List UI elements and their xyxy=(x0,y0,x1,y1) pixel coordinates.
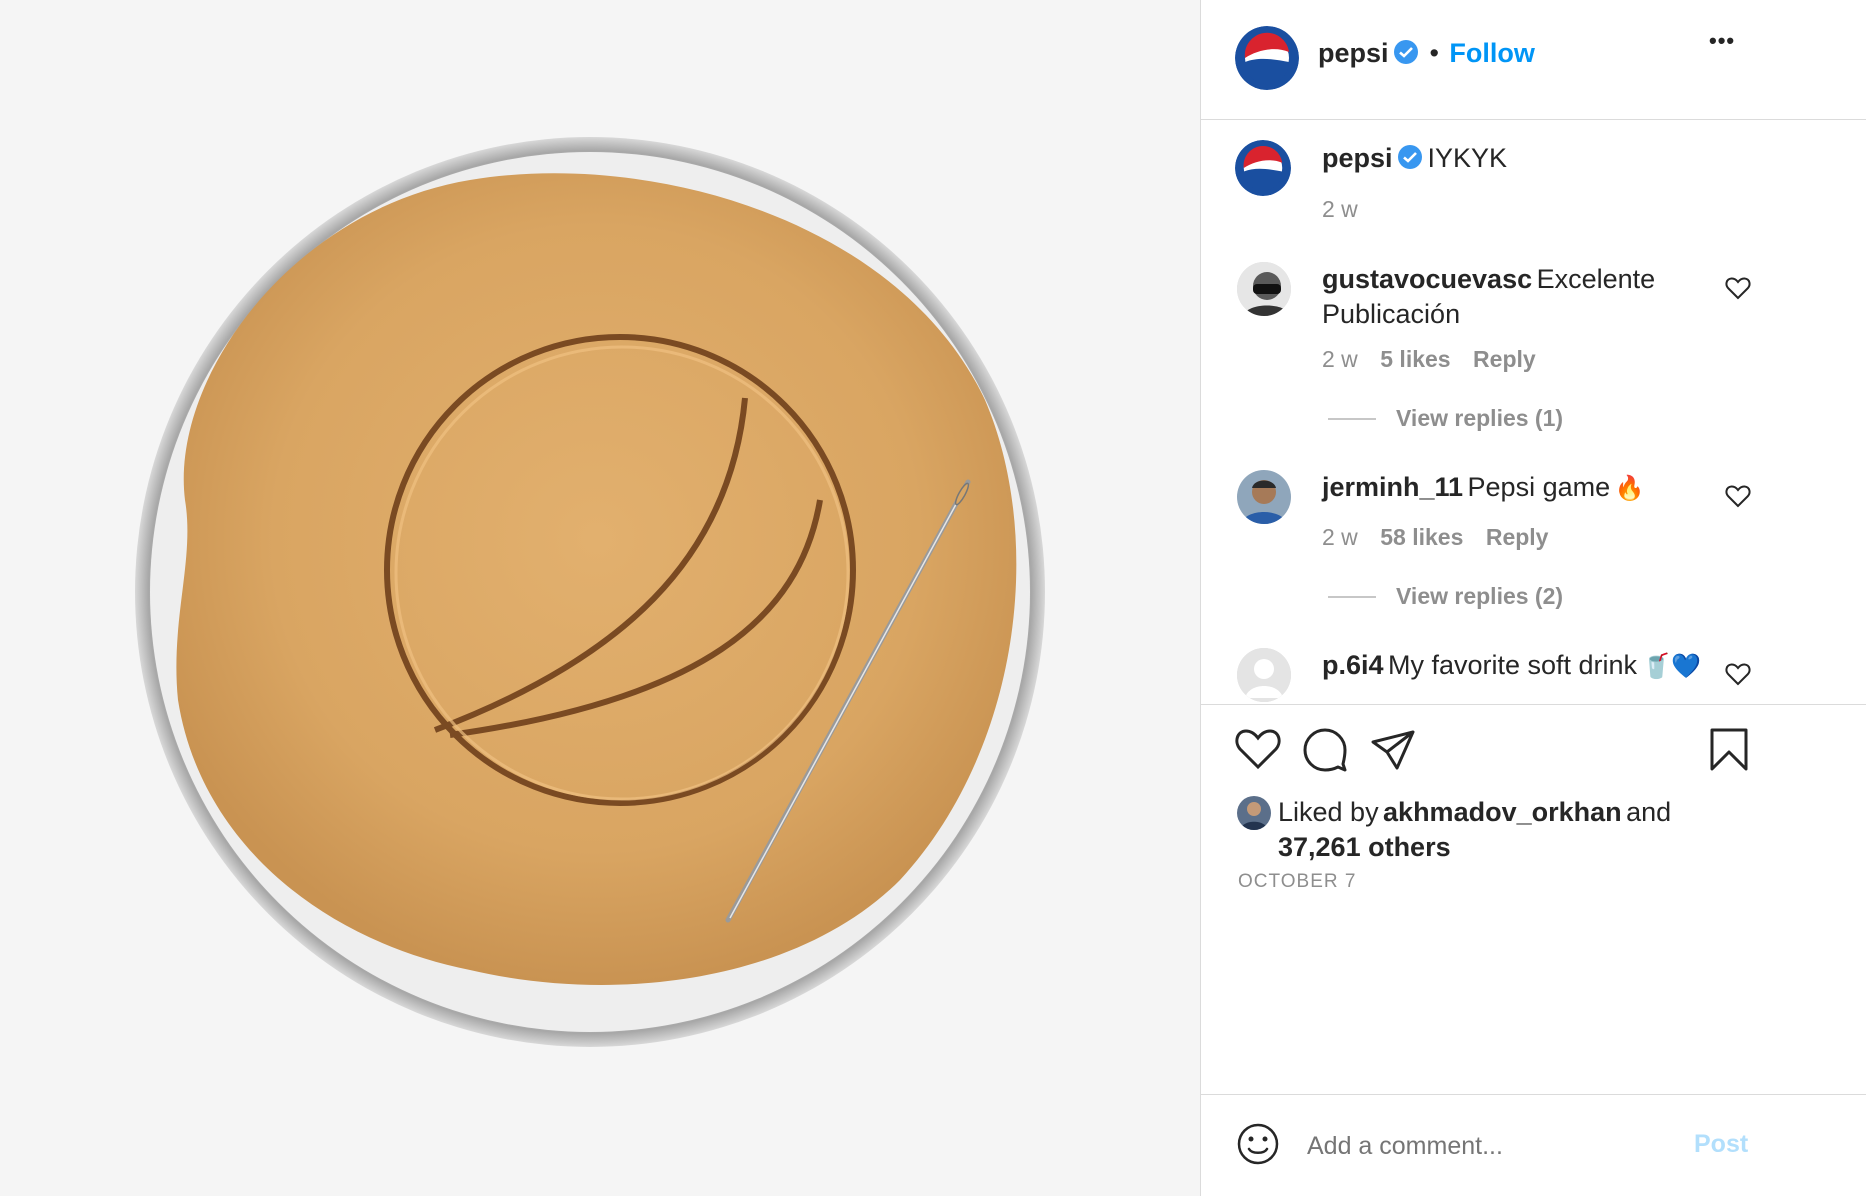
comment-avatar[interactable] xyxy=(1237,262,1291,316)
caption-avatar[interactable] xyxy=(1235,140,1291,196)
reply-button[interactable]: Reply xyxy=(1473,346,1536,372)
drink-heart-emoji: 🥤💙 xyxy=(1641,652,1702,680)
share-icon[interactable] xyxy=(1371,730,1415,770)
post-header: pepsi • Follow ••• xyxy=(1201,0,1866,120)
more-icon[interactable]: ••• xyxy=(1709,28,1735,54)
add-comment-bar: Post xyxy=(1201,1094,1866,1196)
liker-username[interactable]: akhmadov_orkhan xyxy=(1383,797,1622,827)
bookmark-icon[interactable] xyxy=(1709,728,1749,772)
comment-avatar[interactable] xyxy=(1237,648,1291,702)
emoji-icon[interactable] xyxy=(1237,1123,1279,1165)
caption-username[interactable]: pepsi xyxy=(1322,143,1393,173)
user-avatar-image xyxy=(1237,262,1291,316)
comment-time[interactable]: 2 w xyxy=(1322,524,1358,550)
header-username[interactable]: pepsi xyxy=(1318,38,1389,68)
comment-username[interactable]: gustavocuevasc xyxy=(1322,264,1532,294)
pepsi-logo-icon xyxy=(1235,26,1299,90)
liker-avatar[interactable] xyxy=(1237,796,1271,830)
pepsi-avatar[interactable] xyxy=(1235,26,1299,90)
post-side-panel: pepsi • Follow ••• pepsi IYKYK 2 w gusta… xyxy=(1200,0,1866,1196)
comment-username[interactable]: p.6i4 xyxy=(1322,650,1384,680)
likes-others[interactable]: 37,261 others xyxy=(1278,832,1451,862)
comment-body: p.6i4 My favorite soft drink 🥤💙 xyxy=(1322,650,1701,681)
view-replies-button[interactable]: View replies (1) xyxy=(1396,405,1563,432)
caption-time[interactable]: 2 w xyxy=(1322,196,1358,223)
verified-icon xyxy=(1393,40,1418,64)
likes-connector: and xyxy=(1626,797,1672,827)
likes-summary: Liked by akhmadov_orkhan and 37,261 othe… xyxy=(1278,797,1698,867)
comment-body: jerminh_11 Pepsi game 🔥 xyxy=(1322,472,1644,503)
user-avatar-image xyxy=(1237,796,1271,830)
default-avatar-icon xyxy=(1237,648,1291,702)
heart-icon[interactable] xyxy=(1235,728,1281,770)
post-image[interactable] xyxy=(0,0,1200,1196)
verified-icon xyxy=(1397,145,1422,169)
comment-username[interactable]: jerminh_11 xyxy=(1322,472,1463,502)
comment-icon[interactable] xyxy=(1303,728,1347,772)
comment-like-heart-icon[interactable] xyxy=(1725,276,1751,300)
comment-input[interactable] xyxy=(1305,1125,1679,1167)
replies-divider xyxy=(1328,418,1376,420)
fire-emoji: 🔥 xyxy=(1614,474,1645,502)
comment-time[interactable]: 2 w xyxy=(1322,346,1358,372)
comment-like-heart-icon[interactable] xyxy=(1725,662,1751,686)
comment-avatar[interactable] xyxy=(1237,470,1291,524)
comment-clip: p.6i4 My favorite soft drink 🥤💙 xyxy=(1201,640,1866,704)
comment-text: Pepsi game xyxy=(1467,472,1611,502)
header-separator: • xyxy=(1429,38,1439,68)
header-user-row: pepsi • Follow xyxy=(1318,38,1535,69)
dalgona-pepsi-image xyxy=(0,0,1200,1196)
comment-likes[interactable]: 58 likes xyxy=(1380,524,1463,550)
comment-text: Excelente xyxy=(1536,264,1656,294)
caption-row: pepsi IYKYK xyxy=(1322,143,1507,174)
comment-body: gustavocuevasc Excelente Publicación xyxy=(1322,264,1742,334)
dalgona-candy xyxy=(176,173,1017,985)
comment-likes[interactable]: 5 likes xyxy=(1380,346,1450,372)
actions-divider xyxy=(1201,704,1866,705)
follow-button[interactable]: Follow xyxy=(1449,38,1534,68)
likes-prefix: Liked by xyxy=(1278,797,1379,827)
view-replies-button[interactable]: View replies (2) xyxy=(1396,583,1563,610)
user-avatar-image xyxy=(1237,470,1291,524)
replies-divider xyxy=(1328,596,1376,598)
comment-text: My favorite soft drink xyxy=(1387,650,1638,680)
caption-text: IYKYK xyxy=(1427,143,1507,173)
pepsi-logo-icon xyxy=(1235,140,1291,196)
comment-text-cont: Publicación xyxy=(1322,299,1461,329)
comment-meta-row: 2 w 58 likes Reply xyxy=(1322,524,1548,551)
post-button[interactable]: Post xyxy=(1694,1130,1748,1159)
comment-like-heart-icon[interactable] xyxy=(1725,484,1751,508)
comment-meta-row: 2 w 5 likes Reply xyxy=(1322,346,1536,373)
post-date[interactable]: OCTOBER 7 xyxy=(1238,871,1356,893)
reply-button[interactable]: Reply xyxy=(1486,524,1549,550)
